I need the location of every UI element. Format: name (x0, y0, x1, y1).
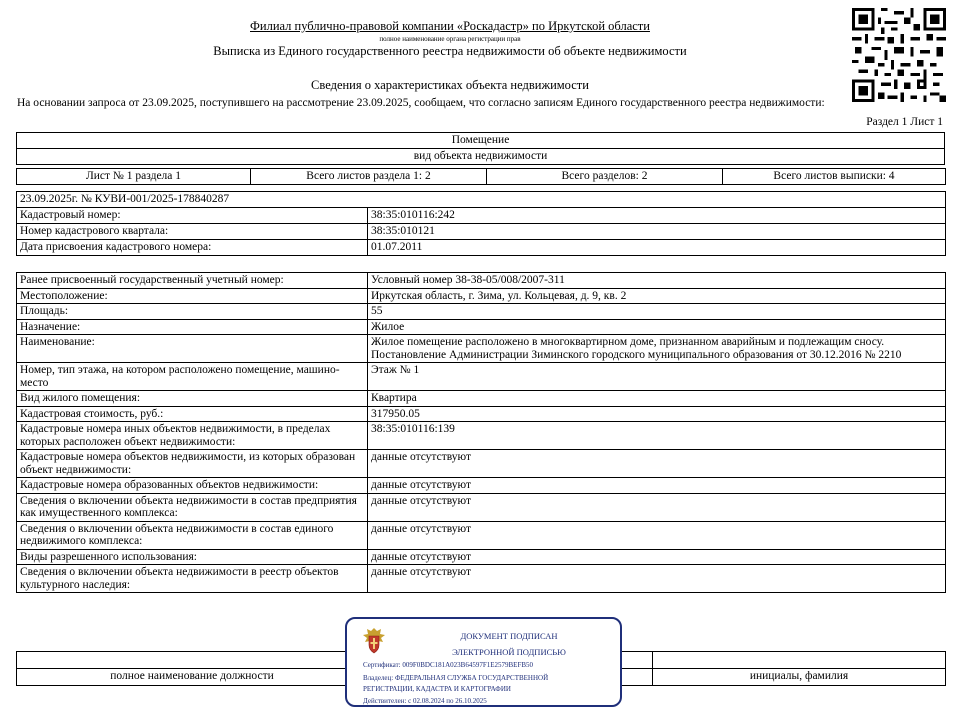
table-row: Кадастровая стоимость, руб.: 317950.05 (16, 405, 946, 422)
request-number: 23.09.2025г. № КУВИ-001/2025-178840287 (16, 191, 946, 208)
row-value: Жилое помещение расположено в многокварт… (367, 334, 946, 363)
table-row: Ранее присвоенный государственный учетны… (16, 272, 946, 289)
table-row: Виды разрешенного использования: данные о… (16, 548, 946, 565)
row-value: Условный номер 38-38-05/008/2007-311 (367, 272, 946, 289)
row-value: 317950.05 (367, 405, 946, 422)
section-title: Сведения о характеристиках объекта недви… (311, 78, 589, 92)
total-sections: Всего разделов: 2 (486, 168, 723, 185)
row-label: Местоположение: (16, 287, 368, 304)
table-row: Кадастровые номера иных объектов недвижи… (16, 421, 946, 450)
table-row: Сведения о включении объекта недвижимост… (16, 520, 946, 550)
stamp-certificate: Сертификат: 009F0BDC181A023B64597F1E2579… (363, 661, 534, 669)
row-value: Этаж № 1 (367, 362, 946, 391)
electronic-signature-stamp: ДОКУМЕНТ ПОДПИСАН ЭЛЕКТРОННОЙ ПОДПИСЬЮ С… (345, 617, 622, 707)
row-label: Вид жилого помещения: (16, 390, 368, 407)
signature-name-blank (652, 651, 946, 669)
table-row: Сведения о включении объекта недвижимост… (16, 492, 946, 522)
total-extract-sheets: Всего листов выписки: 4 (722, 168, 946, 185)
table-row: Номер кадастрового квартала: 38:35:01012… (16, 223, 946, 240)
organization-name: Филиал публично-правовой компании «Роска… (250, 19, 650, 33)
row-value: данные отсутствуют (367, 520, 946, 550)
row-label: Кадастровые номера объектов недвижимости… (16, 449, 368, 478)
name-label: инициалы, фамилия (652, 668, 946, 686)
row-label: Кадастровые номера иных объектов недвижи… (16, 421, 368, 450)
sheets-table: Лист № 1 раздела 1 Всего листов раздела … (16, 168, 946, 185)
object-type-value: Помещение (16, 132, 945, 149)
row-value: данные отсутствуют (367, 492, 946, 522)
row-value: данные отсутствуют (367, 449, 946, 478)
row-label: Номер кадастрового квартала: (16, 223, 368, 240)
row-value: данные отсутствуют (367, 477, 946, 494)
stamp-validity: Действителен: с 02.08.2024 по 26.10.2025 (363, 697, 487, 705)
stamp-owner-continued: РЕГИСТРАЦИИ, КАДАСТРА И КАРТОГРАФИИ (363, 685, 511, 693)
row-label: Назначение: (16, 318, 368, 335)
row-label: Наименование: (16, 334, 368, 363)
row-value: 55 (367, 303, 946, 320)
coat-of-arms-emblem-icon (363, 628, 385, 654)
stamp-owner: Владелец: ФЕДЕРАЛЬНАЯ СЛУЖБА ГОСУДАРСТВЕ… (363, 674, 549, 682)
section-sheet-label: Раздел 1 Лист 1 (866, 116, 943, 128)
table-row: Площадь: 55 (16, 303, 946, 320)
total-section-sheets: Всего листов раздела 1: 2 (250, 168, 487, 185)
row-label: Сведения о включении объекта недвижимост… (16, 564, 368, 593)
request-basis-text: На основании запроса от 23.09.2025, пост… (17, 97, 825, 109)
extract-title: Выписка из Единого государственного реес… (213, 44, 687, 58)
row-value: 38:35:010116:139 (367, 421, 946, 450)
row-label: Дата присвоения кадастрового номера: (16, 239, 368, 256)
stamp-title: ДОКУМЕНТ ПОДПИСАН (460, 631, 558, 641)
position-label: полное наименование должности (16, 668, 368, 686)
table-row: Номер, тип этажа, на котором расположено… (16, 362, 946, 391)
cadastral-info-table: 23.09.2025г. № КУВИ-001/2025-178840287 К… (16, 191, 946, 256)
table-row: Кадастровый номер: 38:35:010116:242 (16, 207, 946, 224)
table-row: Сведения о включении объекта недвижимост… (16, 564, 946, 593)
table-row: Дата присвоения кадастрового номера: 01.… (16, 239, 946, 256)
row-value: Иркутская область, г. Зима, ул. Кольцева… (367, 287, 946, 304)
object-details-table: Ранее присвоенный государственный учетны… (16, 272, 946, 593)
row-label: Кадастровая стоимость, руб.: (16, 405, 368, 422)
sheet-number: Лист № 1 раздела 1 (16, 168, 251, 185)
row-label: Сведения о включении объекта недвижимост… (16, 520, 368, 550)
qr-code-icon (852, 8, 946, 102)
object-type-table: Помещение вид объекта недвижимости (16, 132, 945, 165)
assignment-date: 01.07.2011 (367, 239, 946, 256)
object-type-label: вид объекта недвижимости (16, 148, 945, 165)
table-row: Наименование: Жилое помещение расположено… (16, 334, 946, 363)
row-label: Ранее присвоенный государственный учетны… (16, 272, 368, 289)
table-row: Кадастровые номера объектов недвижимости… (16, 449, 946, 478)
row-value: Квартира (367, 390, 946, 407)
table-row: Кадастровые номера образованных объектов… (16, 477, 946, 494)
organization-note: полное наименование органа регистрации п… (379, 35, 521, 43)
cadastral-quarter: 38:35:010121 (367, 223, 946, 240)
row-value: данные отсутствуют (367, 548, 946, 565)
row-label: Кадастровый номер: (16, 207, 368, 224)
row-label: Кадастровые номера образованных объектов… (16, 477, 368, 494)
row-label: Сведения о включении объекта недвижимост… (16, 492, 368, 522)
stamp-subtitle: ЭЛЕКТРОННОЙ ПОДПИСЬЮ (452, 647, 566, 657)
row-label: Номер, тип этажа, на котором расположено… (16, 362, 368, 391)
cadastral-number: 38:35:010116:242 (367, 207, 946, 224)
row-value: данные отсутствуют (367, 564, 946, 593)
row-label: Виды разрешенного использования: (16, 548, 368, 565)
table-row: Вид жилого помещения: Квартира (16, 390, 946, 407)
table-row: Назначение: Жилое (16, 318, 946, 335)
row-value: Жилое (367, 318, 946, 335)
row-label: Площадь: (16, 303, 368, 320)
table-row: Местоположение: Иркутская область, г. Зим… (16, 287, 946, 304)
signature-position-blank (16, 651, 368, 669)
